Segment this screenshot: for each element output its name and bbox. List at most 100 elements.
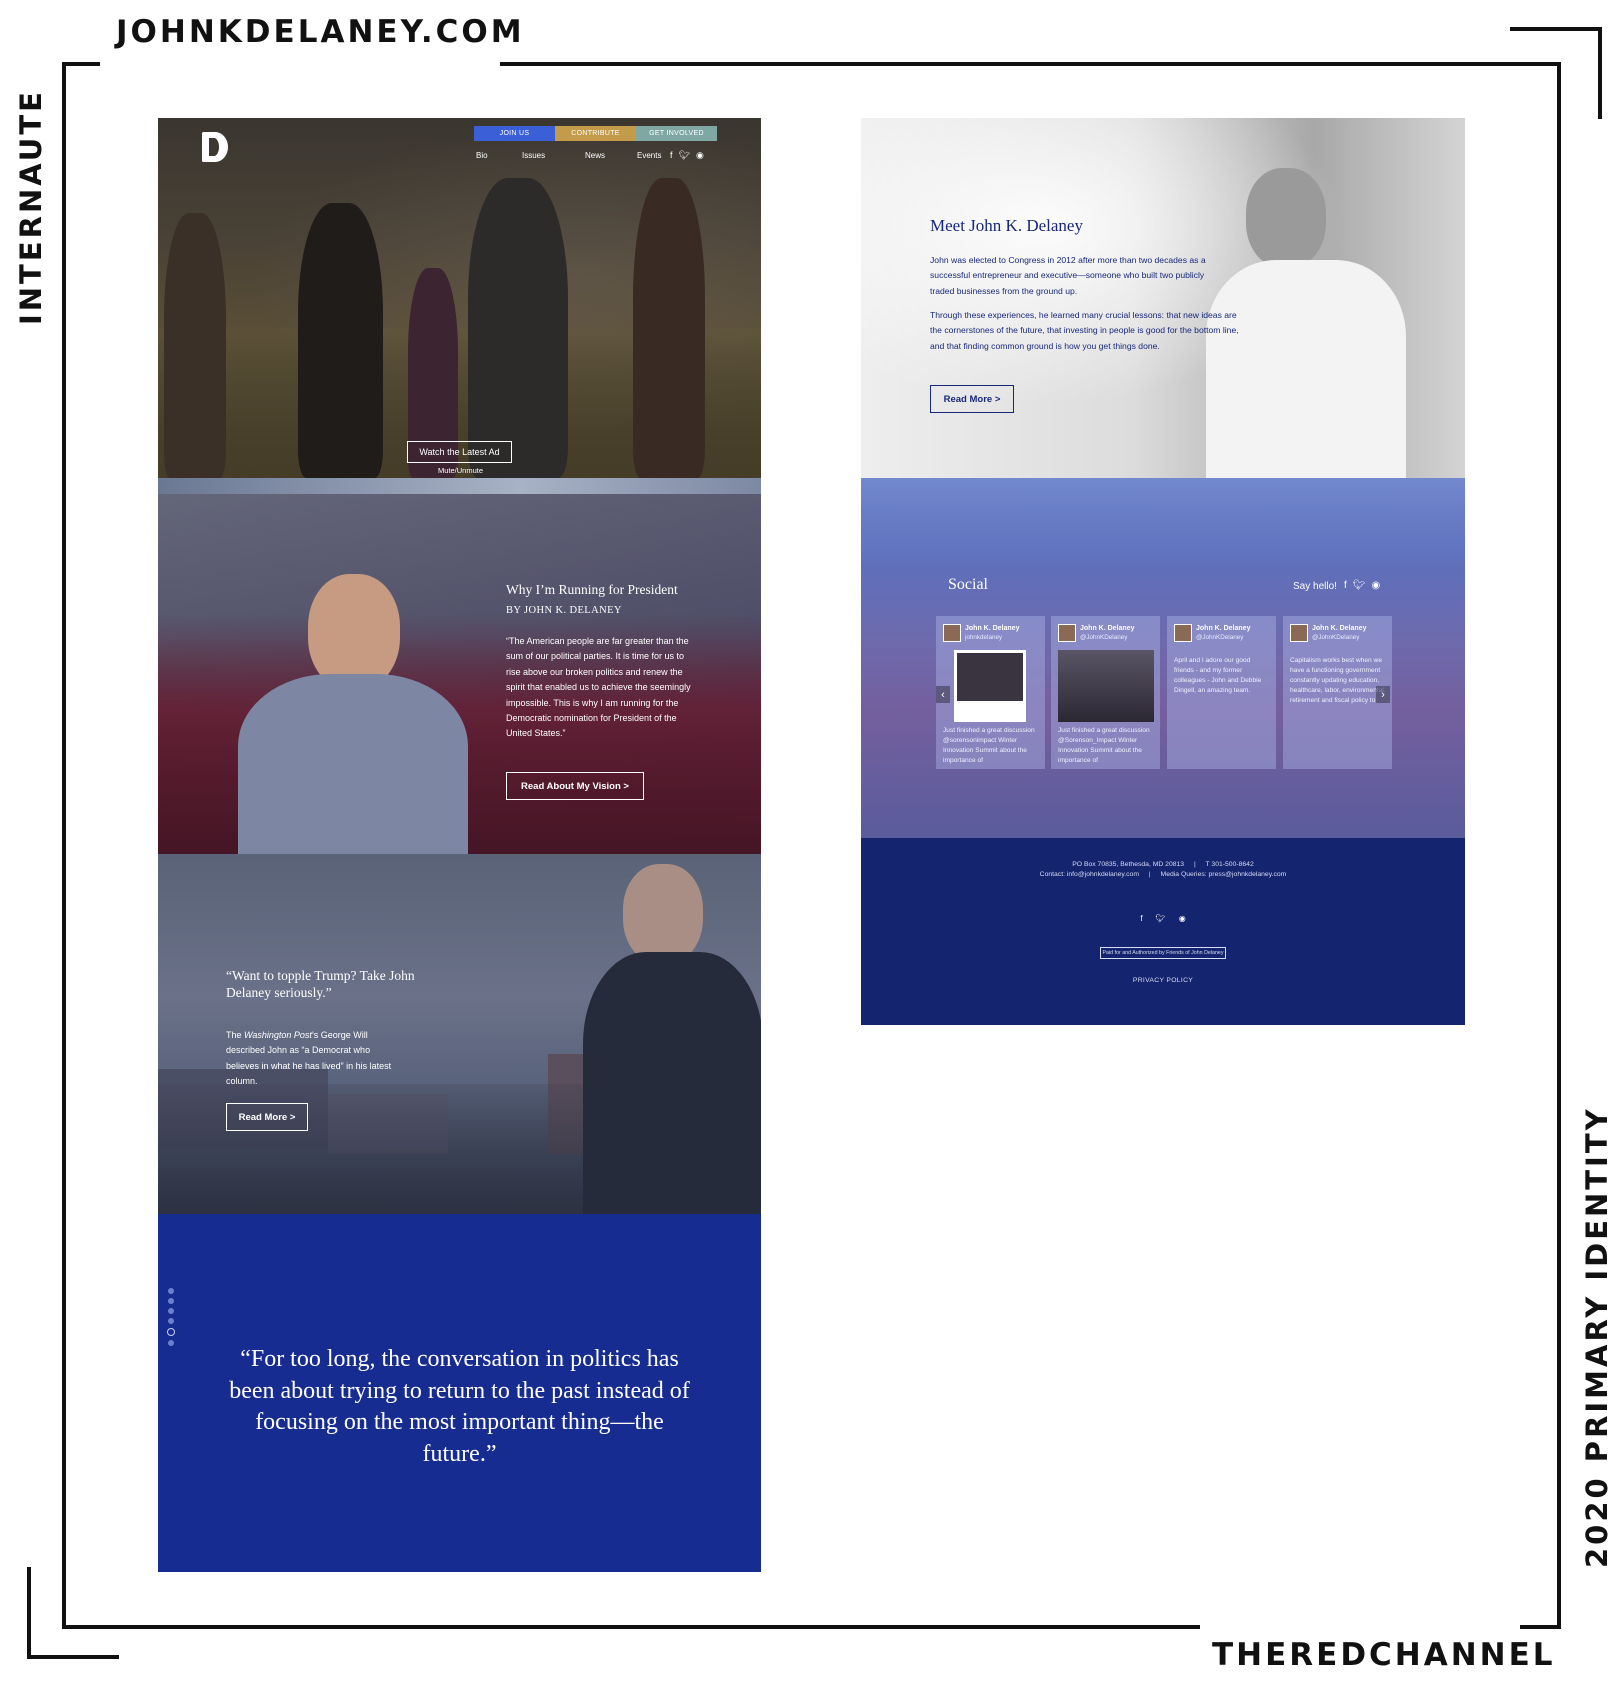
contribute-button[interactable]: CONTRIBUTE xyxy=(555,126,636,141)
avatar xyxy=(1174,624,1192,642)
footer-address: PO Box 70835, Bethesda, MD 20813 xyxy=(1072,861,1185,868)
meet-paragraph-2: Through these experiences, he learned ma… xyxy=(930,310,1239,351)
project-label: 2020 PRIMARY IDENTITY xyxy=(1580,1106,1614,1568)
twitter-icon[interactable]: 🐦︎ xyxy=(1353,580,1366,591)
social-section: Social Say hello! f 🐦︎ ◉ John K. Delaney… xyxy=(861,478,1465,838)
nav-social-icons: f 🐦︎ ◉ xyxy=(670,150,704,161)
candidate-photo-street xyxy=(583,864,761,1214)
footer-phone: T 301-500-8642 xyxy=(1205,861,1254,868)
avatar xyxy=(943,624,961,642)
meet-title: Meet John K. Delaney xyxy=(930,216,1083,235)
watch-latest-ad-button[interactable]: Watch the Latest Ad xyxy=(407,441,512,463)
meet-section: Meet John K. Delaney John was elected to… xyxy=(861,118,1465,478)
corner-mark-bottom-left-vertical xyxy=(27,1567,31,1659)
candidate-photo xyxy=(238,574,468,854)
footer-social-icons: f 🐦︎ ◉ xyxy=(861,914,1465,923)
why-running-section: Why I’m Running for President BY JOHN K.… xyxy=(158,494,761,854)
card-handle: @JohnKDelaney xyxy=(1080,634,1128,641)
get-involved-button[interactable]: GET INVOLVED xyxy=(636,126,717,141)
footer-address-line: PO Box 70835, Bethesda, MD 20813 | T 301… xyxy=(861,861,1465,868)
pagination-dot[interactable] xyxy=(167,1328,175,1336)
facebook-icon[interactable]: f xyxy=(1140,914,1142,923)
why-byline: BY JOHN K. DELANEY xyxy=(506,605,622,616)
card-text: Just finished a great discussion @Sorens… xyxy=(1058,727,1150,764)
read-vision-button[interactable]: Read About My Vision > xyxy=(506,772,644,800)
footer-media-email[interactable]: Media Queries: press@johnkdelaney.com xyxy=(1161,871,1287,878)
hero-section: JOIN US CONTRIBUTE GET INVOLVED Bio Issu… xyxy=(158,118,761,478)
future-quote: “For too long, the conversation in polit… xyxy=(229,1346,690,1467)
footer-contact-line: Contact: info@johnkdelaney.com | Media Q… xyxy=(861,871,1465,878)
social-card[interactable]: John K. Delaney @JohnKDelaney April and … xyxy=(1167,616,1276,769)
social-icons: f 🐦︎ ◉ xyxy=(1344,580,1380,591)
topple-body: The Washington Post’s George Will descri… xyxy=(226,1028,396,1090)
candidate-shirt xyxy=(238,674,468,854)
footer-contact-email[interactable]: Contact: info@johnkdelaney.com xyxy=(1040,871,1139,878)
main-nav: Bio Issues News Events xyxy=(476,151,671,160)
section-pagination-dots xyxy=(167,1288,175,1346)
nav-bio[interactable]: Bio xyxy=(476,151,522,160)
topple-read-more-button[interactable]: Read More > xyxy=(226,1103,308,1131)
card-handle: johnkdelaney xyxy=(965,634,1003,641)
twitter-icon[interactable]: 🐦︎ xyxy=(679,150,690,161)
candidate-coat xyxy=(583,952,761,1214)
instagram-icon[interactable]: ◉ xyxy=(1179,914,1186,923)
join-us-button[interactable]: JOIN US xyxy=(474,126,555,141)
candidate-head xyxy=(1246,168,1326,268)
facebook-icon[interactable]: f xyxy=(670,150,673,161)
nav-issues[interactable]: Issues xyxy=(522,151,585,160)
section-divider-strip xyxy=(158,478,761,494)
nav-events[interactable]: Events xyxy=(637,151,671,160)
card-handle: @JohnKDelaney xyxy=(1312,634,1360,641)
twitter-icon[interactable]: 🐦︎ xyxy=(1156,914,1166,923)
social-card[interactable]: John K. Delaney johnkdelaney Just finish… xyxy=(936,616,1045,769)
pagination-dot[interactable] xyxy=(168,1318,174,1324)
campaign-logo[interactable] xyxy=(202,132,228,162)
social-card[interactable]: John K. Delaney @JohnKDelaney Just finis… xyxy=(1051,616,1160,769)
top-cta-buttons: JOIN US CONTRIBUTE GET INVOLVED xyxy=(474,126,717,141)
card-photo-image xyxy=(957,653,1023,701)
instagram-icon[interactable]: ◉ xyxy=(1371,580,1380,591)
card-author: John K. Delaney xyxy=(1080,625,1135,632)
card-text: Capitalism works best when we have a fun… xyxy=(1290,657,1386,704)
privacy-policy-link[interactable]: PRIVACY POLICY xyxy=(861,977,1465,984)
hero-figure xyxy=(633,178,705,478)
say-hello-label: Say hello! xyxy=(1293,581,1337,592)
avatar xyxy=(1290,624,1308,642)
card-author: John K. Delaney xyxy=(1312,625,1367,632)
site-footer: PO Box 70835, Bethesda, MD 20813 | T 301… xyxy=(861,838,1465,1025)
meet-read-more-button[interactable]: Read More > xyxy=(930,385,1014,413)
corner-mark-top-right-vertical xyxy=(1598,27,1602,119)
frame-gap-top xyxy=(100,54,500,74)
sky-clouds xyxy=(861,478,1465,568)
mute-toggle[interactable]: Mute/Unmute xyxy=(408,466,513,475)
corner-mark-top-right xyxy=(1510,27,1602,31)
category-label: INTERNAUTE xyxy=(14,89,48,325)
topple-body-pre: The xyxy=(226,1030,245,1040)
topple-trump-section: “Want to topple Trump? Take John Delaney… xyxy=(158,854,761,1214)
card-photo-image xyxy=(1058,650,1154,722)
card-handle: @JohnKDelaney xyxy=(1196,634,1244,641)
candidate-shirt xyxy=(1206,260,1406,478)
pagination-dot[interactable] xyxy=(168,1308,174,1314)
hero-figure xyxy=(298,203,383,478)
homepage-left-column: JOIN US CONTRIBUTE GET INVOLVED Bio Issu… xyxy=(158,118,761,1572)
card-author: John K. Delaney xyxy=(1196,625,1251,632)
pagination-dot[interactable] xyxy=(168,1298,174,1304)
hero-figure xyxy=(468,178,568,478)
facebook-icon[interactable]: f xyxy=(1344,580,1347,591)
card-text: April and I adore our good friends - and… xyxy=(1174,657,1262,694)
pagination-dot[interactable] xyxy=(168,1288,174,1294)
frame-gap-bottom xyxy=(1200,1618,1520,1638)
carousel-next-arrow[interactable]: › xyxy=(1376,686,1390,703)
social-title: Social xyxy=(948,576,988,593)
corner-mark-bottom-left xyxy=(27,1655,119,1659)
instagram-icon[interactable]: ◉ xyxy=(696,150,704,161)
paid-for-disclaimer: Paid for and Authorized by Friends of Jo… xyxy=(1100,947,1226,959)
carousel-prev-arrow[interactable]: ‹ xyxy=(936,686,950,703)
pagination-dot[interactable] xyxy=(168,1340,174,1346)
candidate-head xyxy=(623,864,703,964)
topple-body-publication: Washington Post xyxy=(244,1030,312,1040)
meet-paragraph-1: John was elected to Congress in 2012 aft… xyxy=(930,255,1206,296)
nav-news[interactable]: News xyxy=(585,151,637,160)
hero-figure xyxy=(164,213,226,478)
